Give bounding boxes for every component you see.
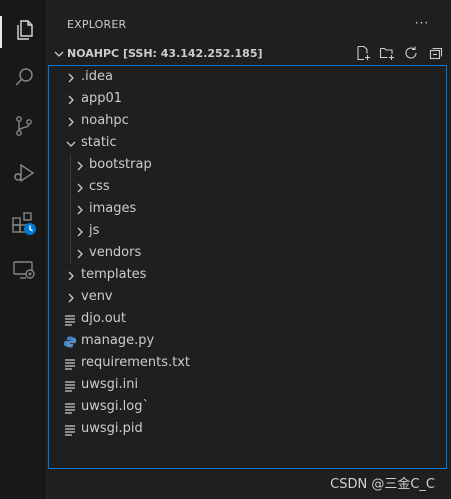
tree-folder-templates[interactable]: templates xyxy=(49,264,446,286)
refresh-icon[interactable] xyxy=(403,45,419,61)
collapse-all-icon[interactable] xyxy=(427,45,443,61)
workspace-title: NOAHPC [SSH: 43.142.252.185] xyxy=(67,47,263,60)
tree-label: static xyxy=(81,135,117,150)
tree-label: noahpc xyxy=(81,113,129,128)
tree-label: manage.py xyxy=(81,333,155,348)
chevron-right-icon xyxy=(64,92,78,106)
new-file-icon[interactable] xyxy=(355,45,371,61)
source-control-icon xyxy=(12,114,36,142)
remote-explorer-icon xyxy=(11,258,37,286)
tree-label: css xyxy=(89,179,110,194)
new-folder-icon[interactable] xyxy=(379,45,395,61)
tree-label: js xyxy=(89,223,100,238)
tree-folder-venv[interactable]: venv xyxy=(49,286,446,308)
tree-file-uwsgi-ini[interactable]: uwsgi.ini xyxy=(49,374,446,396)
extensions-button[interactable] xyxy=(0,203,47,247)
tree-label: bootstrap xyxy=(89,157,152,172)
chevron-right-icon xyxy=(64,70,78,84)
chevron-right-icon xyxy=(64,114,78,128)
chevron-right-icon xyxy=(73,202,87,216)
tree-label: templates xyxy=(81,267,147,282)
more-actions-button[interactable]: ··· xyxy=(413,14,431,32)
tree-label: uwsgi.log` xyxy=(81,399,149,414)
search-button[interactable] xyxy=(0,57,47,101)
tree-label: venv xyxy=(81,289,113,304)
search-icon xyxy=(12,65,36,93)
chevron-right-icon xyxy=(73,246,87,260)
run-debug-button[interactable] xyxy=(0,153,47,197)
tree-label: images xyxy=(89,201,137,216)
tree-file-djo-out[interactable]: djo.out xyxy=(49,308,446,330)
file-tree: .idea app01 noahpc static bootstrap css … xyxy=(48,65,447,469)
tree-folder-css[interactable]: css xyxy=(49,176,446,198)
tree-file-uwsgi-pid[interactable]: uwsgi.pid xyxy=(49,418,446,440)
chevron-right-icon xyxy=(73,180,87,194)
python-icon xyxy=(63,334,77,348)
tree-label: .idea xyxy=(81,69,113,84)
workspace-section-header[interactable]: NOAHPC [SSH: 43.142.252.185] xyxy=(47,43,451,65)
activity-bar xyxy=(0,0,47,499)
tree-label: uwsgi.pid xyxy=(81,421,143,436)
watermark: CSDN @三金C_C xyxy=(330,477,435,492)
tree-label: djo.out xyxy=(81,311,127,326)
tree-file-requirements[interactable]: requirements.txt xyxy=(49,352,446,374)
tree-label: requirements.txt xyxy=(81,355,191,370)
explorer-button[interactable] xyxy=(0,10,47,54)
tree-folder-images[interactable]: images xyxy=(49,198,446,220)
tree-folder-noahpc[interactable]: noahpc xyxy=(49,110,446,132)
chevron-right-icon xyxy=(64,290,78,304)
explorer-sidebar: EXPLORER ··· NOAHPC [SSH: 43.142.252.185… xyxy=(47,0,451,499)
tree-folder-app01[interactable]: app01 xyxy=(49,88,446,110)
tree-label: vendors xyxy=(89,245,142,260)
file-lines-icon xyxy=(63,378,77,392)
tree-folder-bootstrap[interactable]: bootstrap xyxy=(49,154,446,176)
file-lines-icon xyxy=(63,312,77,326)
tree-folder-vendors[interactable]: vendors xyxy=(49,242,446,264)
tree-label: uwsgi.ini xyxy=(81,377,139,392)
file-lines-icon xyxy=(63,400,77,414)
ellipsis-icon: ··· xyxy=(414,16,430,30)
tree-file-uwsgi-log[interactable]: uwsgi.log` xyxy=(49,396,446,418)
chevron-right-icon xyxy=(73,224,87,238)
tree-label: app01 xyxy=(81,91,123,106)
file-lines-icon xyxy=(63,356,77,370)
file-lines-icon xyxy=(63,422,77,436)
chevron-down-icon xyxy=(64,136,78,150)
tree-file-manage-py[interactable]: manage.py xyxy=(49,330,446,352)
run-debug-icon xyxy=(12,161,36,189)
files-icon xyxy=(12,18,36,46)
tree-folder-js[interactable]: js xyxy=(49,220,446,242)
tree-folder-static[interactable]: static xyxy=(49,132,446,154)
chevron-right-icon xyxy=(64,268,78,282)
remote-explorer-button[interactable] xyxy=(0,250,47,294)
source-control-button[interactable] xyxy=(0,106,47,150)
sidebar-title: EXPLORER xyxy=(67,18,127,31)
chevron-down-icon xyxy=(52,46,66,60)
tree-folder-idea[interactable]: .idea xyxy=(49,66,446,88)
extensions-icon xyxy=(10,209,38,241)
chevron-right-icon xyxy=(73,158,87,172)
